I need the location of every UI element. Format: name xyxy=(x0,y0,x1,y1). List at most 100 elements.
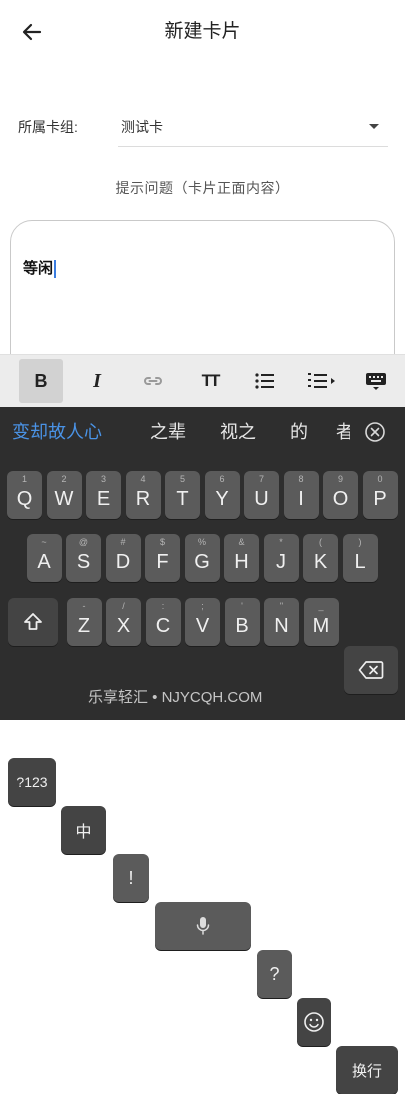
key-hint: ~ xyxy=(41,537,47,547)
key-v[interactable]: ; V xyxy=(185,598,220,646)
format-toolbar: B I TT xyxy=(0,354,405,408)
text-cursor xyxy=(54,260,57,279)
exclaim-key-label: ! xyxy=(128,867,134,888)
key-hint: - xyxy=(82,601,86,611)
link-button[interactable] xyxy=(131,359,175,403)
key-y[interactable]: 6Y xyxy=(204,471,240,519)
key-r[interactable]: 4R xyxy=(125,471,161,519)
bullet-list-icon xyxy=(255,373,274,389)
shift-key[interactable] xyxy=(8,598,58,646)
key-l[interactable]: ) L xyxy=(342,534,378,582)
bold-button[interactable]: B xyxy=(19,359,63,403)
key-label: Z xyxy=(77,615,91,637)
emoji-key[interactable] xyxy=(297,998,331,1046)
language-key-label: 中 xyxy=(75,824,92,841)
key-row-3: -Z / X :C ; V ' B " N _ M xyxy=(66,598,339,646)
key-hint: 9 xyxy=(337,474,343,484)
prompt-label: 提示问题（卡片正面内容） xyxy=(115,180,290,196)
key-hint: ( xyxy=(319,537,322,547)
key-hint: ; xyxy=(201,601,204,611)
key-p[interactable]: 0P xyxy=(362,471,398,519)
key-k[interactable]: (K xyxy=(303,534,338,582)
key-label: W xyxy=(54,488,74,510)
hide-keyboard-button[interactable] xyxy=(354,359,398,403)
key-label: M xyxy=(312,615,330,637)
key-a[interactable]: ~ A xyxy=(26,534,62,582)
candidate-item[interactable]: 视之 xyxy=(220,418,256,446)
key-hint: ) xyxy=(358,537,362,547)
exclaim-key[interactable]: ! xyxy=(113,854,149,902)
key-u[interactable]: 7U xyxy=(244,471,279,519)
key-label: S xyxy=(76,551,91,573)
key-c[interactable]: :C xyxy=(145,598,181,646)
watermark: 乐享轻汇 • NJYCQH.COM xyxy=(88,689,263,706)
key-label: J xyxy=(276,551,286,573)
language-key[interactable]: 中 xyxy=(61,806,106,854)
key-d[interactable]: # D xyxy=(105,534,141,582)
key-label: K xyxy=(313,551,328,573)
key-hint: ' xyxy=(241,601,243,611)
key-x[interactable]: / X xyxy=(106,598,141,646)
key-label: E xyxy=(96,488,111,510)
numbered-list-icon xyxy=(308,373,335,388)
symbols-key-label: ?123 xyxy=(16,774,48,790)
key-g[interactable]: % G xyxy=(184,534,220,582)
key-n[interactable]: " N xyxy=(264,598,299,646)
key-e[interactable]: 3E xyxy=(86,471,121,519)
link-icon xyxy=(144,377,162,385)
italic-button[interactable]: I xyxy=(75,359,119,403)
backspace-key[interactable] xyxy=(344,646,398,694)
key-i[interactable]: 8I xyxy=(283,471,319,519)
key-o[interactable]: 9O xyxy=(323,471,358,519)
bullet-list-button[interactable] xyxy=(243,359,287,403)
close-candidates-button[interactable] xyxy=(364,421,386,443)
enter-key[interactable]: 换行 xyxy=(336,1046,398,1094)
key-hint: # xyxy=(120,537,126,547)
space-key-inner xyxy=(155,902,251,950)
space-key[interactable] xyxy=(155,902,251,950)
key-label: L xyxy=(354,551,366,573)
key-z[interactable]: -Z xyxy=(66,598,102,646)
key-q[interactable]: 1Q xyxy=(7,471,42,519)
key-label: F xyxy=(156,551,169,573)
key-hint: 3 xyxy=(100,474,106,484)
microphone-icon xyxy=(196,917,210,935)
key-hint: 4 xyxy=(140,474,146,484)
key-f[interactable]: $ F xyxy=(145,534,180,582)
key-m[interactable]: _ M xyxy=(303,598,339,646)
enter-key-label: 换行 xyxy=(351,1062,382,1080)
key-label: U xyxy=(254,488,269,510)
shift-key-inner xyxy=(8,598,58,646)
key-label: I xyxy=(298,488,304,510)
candidate-item[interactable]: 者 xyxy=(336,418,350,446)
key-s[interactable]: @ S xyxy=(66,534,101,582)
text-size-button[interactable]: TT xyxy=(188,359,232,403)
backspace-key-inner xyxy=(344,646,398,694)
key-hint: 2 xyxy=(61,474,67,484)
key-hint: 7 xyxy=(258,474,264,484)
key-hint: @ xyxy=(78,537,89,547)
key-label: C xyxy=(155,615,171,637)
key-w[interactable]: 2W xyxy=(46,471,82,519)
key-label: G xyxy=(194,551,210,573)
smiley-icon xyxy=(304,1012,324,1032)
symbols-key[interactable]: ?123 xyxy=(8,758,56,806)
key-hint: & xyxy=(238,537,245,547)
caret-down-icon xyxy=(369,124,379,129)
candidate-item[interactable]: 变却故人心 xyxy=(12,418,102,446)
candidate-item[interactable]: 的 xyxy=(290,418,308,446)
key-label: T xyxy=(176,488,189,510)
key-label: P xyxy=(373,488,387,510)
question-key[interactable]: ? xyxy=(257,950,292,998)
key-b[interactable]: ' B xyxy=(224,598,260,646)
key-j[interactable]: * J xyxy=(263,534,299,582)
bold-icon: B xyxy=(34,370,48,391)
key-h[interactable]: & H xyxy=(224,534,259,582)
question-key-label: ? xyxy=(269,963,280,984)
key-t[interactable]: 5T xyxy=(165,471,200,519)
keyboard-hide-icon xyxy=(366,373,386,390)
key-label: A xyxy=(37,551,51,573)
deck-select[interactable]: 测试卡 xyxy=(118,110,388,147)
candidate-item[interactable]: 之辈 xyxy=(150,418,186,446)
numbered-list-button[interactable] xyxy=(299,359,343,403)
